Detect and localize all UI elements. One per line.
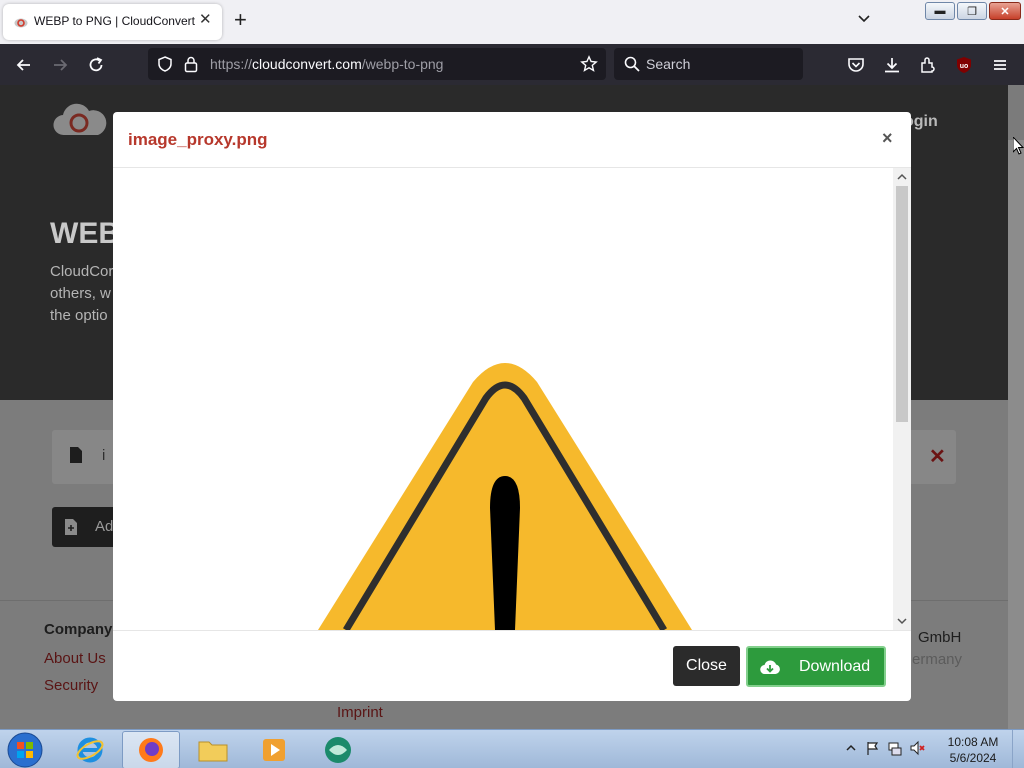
reload-icon[interactable] (86, 55, 106, 75)
window-controls: ▬ ❐ ✕ (925, 2, 1021, 20)
maximize-button[interactable]: ❐ (957, 2, 987, 20)
search-bar[interactable]: Search (614, 48, 803, 80)
media-player-icon (263, 739, 285, 761)
tab-bar: WEBP to PNG | CloudConvert ✕ + ▬ ❐ ✕ (0, 0, 1024, 44)
file-icon (70, 447, 82, 463)
modal-close-icon[interactable]: × (882, 128, 893, 149)
tab-close-icon[interactable]: ✕ (199, 10, 212, 28)
system-tray (843, 740, 925, 756)
modal-body (113, 168, 911, 630)
mouse-cursor-icon (1013, 137, 1024, 155)
network-icon[interactable] (887, 740, 903, 756)
internet-explorer-icon (76, 737, 104, 763)
chevron-down-icon[interactable] (857, 12, 871, 26)
bookmark-star-icon[interactable] (580, 55, 598, 73)
taskbar-internet-explorer[interactable] (62, 731, 118, 768)
lock-icon[interactable] (183, 55, 199, 73)
footer-link-security[interactable]: Security (44, 677, 98, 694)
url-text[interactable]: https://cloudconvert.com/webp-to-png (210, 56, 443, 72)
clock-date: 5/6/2024 (949, 751, 997, 765)
svg-text:uo: uo (960, 63, 969, 70)
downloads-icon[interactable] (882, 55, 902, 75)
volume-muted-icon[interactable] (909, 740, 925, 756)
page-scrollbar[interactable] (1008, 140, 1024, 729)
search-icon (624, 56, 640, 72)
clock-time: 10:08 AM (947, 735, 999, 749)
scroll-up-arrow-icon[interactable] (896, 171, 908, 183)
url-prefix: https:// (210, 56, 253, 72)
taskbar-firefox[interactable] (122, 731, 180, 768)
scroll-down-arrow-icon[interactable] (896, 615, 908, 627)
taskbar: 10:08 AM 5/6/2024 (0, 729, 1024, 768)
windows-start-icon[interactable] (6, 731, 44, 768)
taskbar-media-player[interactable] (246, 731, 302, 768)
modal-header: image_proxy.png × (113, 112, 911, 168)
cloudconvert-logo-icon[interactable] (52, 103, 108, 137)
add-files-label: Ad (95, 518, 114, 535)
url-path: /webp-to-png (361, 56, 444, 72)
search-placeholder: Search (646, 56, 691, 72)
new-tab-icon[interactable]: + (234, 9, 247, 31)
address-bar[interactable]: https://cloudconvert.com/webp-to-png (148, 48, 606, 80)
close-button[interactable]: Close (673, 646, 740, 686)
warning-triangle-image (318, 363, 692, 630)
hero-title: WEB (50, 217, 120, 250)
modal-title: image_proxy.png (128, 130, 268, 149)
tray-expand-icon[interactable] (843, 740, 859, 756)
hero-description: CloudCor others, w the optio (50, 263, 114, 324)
modal-footer: Close Download (113, 630, 911, 701)
footer-company-name: GmbH (918, 629, 962, 646)
footer-link-about[interactable]: About Us (44, 650, 106, 667)
modal-scrollbar[interactable] (893, 168, 911, 630)
browser-tab[interactable]: WEBP to PNG | CloudConvert ✕ (3, 4, 222, 40)
navigation-toolbar: https://cloudconvert.com/webp-to-png Sea… (0, 44, 1024, 85)
show-desktop-button[interactable] (1012, 730, 1024, 768)
forward-arrow-icon[interactable] (50, 55, 70, 75)
shield-icon[interactable] (156, 55, 174, 73)
download-button[interactable]: Download (746, 646, 886, 687)
modal-scrollbar-thumb[interactable] (896, 186, 908, 422)
add-more-files-button[interactable]: Ad (52, 507, 122, 547)
menu-hamburger-icon[interactable] (990, 55, 1010, 75)
app-globe-icon (325, 737, 351, 763)
image-preview-modal: image_proxy.png × Close Download (113, 112, 911, 701)
footer-company-heading: Company (44, 621, 113, 638)
download-label: Download (799, 658, 871, 675)
pocket-icon[interactable] (846, 55, 866, 75)
url-domain: cloudconvert.com (252, 56, 362, 72)
folder-icon (198, 741, 228, 762)
tab-title: WEBP to PNG | CloudConvert (34, 14, 195, 28)
taskbar-file-explorer[interactable] (184, 731, 242, 768)
footer-country: ermany (912, 651, 963, 668)
file-name: i (102, 447, 106, 464)
extensions-puzzle-icon[interactable] (918, 55, 938, 75)
footer-link-imprint[interactable]: Imprint (337, 704, 383, 721)
system-clock[interactable]: 10:08 AM 5/6/2024 (943, 734, 1003, 766)
window-close-button[interactable]: ✕ (989, 2, 1021, 20)
cloud-download-icon (760, 660, 780, 675)
action-center-flag-icon[interactable] (865, 740, 881, 756)
firefox-icon (139, 738, 163, 762)
file-plus-icon (65, 519, 77, 535)
back-arrow-icon[interactable] (14, 55, 34, 75)
minimize-button[interactable]: ▬ (925, 2, 955, 20)
cloudconvert-favicon-icon (14, 18, 28, 28)
ublock-origin-icon[interactable]: uo (954, 55, 974, 75)
taskbar-app[interactable] (310, 731, 366, 768)
remove-file-icon[interactable]: ✕ (929, 444, 946, 469)
